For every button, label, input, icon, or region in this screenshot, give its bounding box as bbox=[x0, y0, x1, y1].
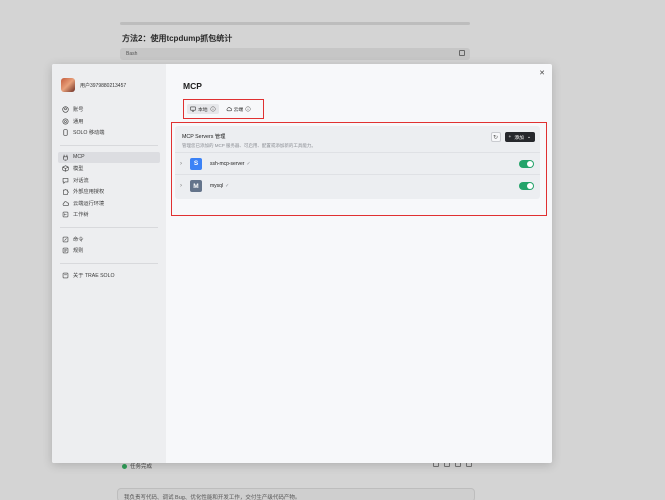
gear-icon bbox=[62, 118, 69, 125]
sidebar-item-models[interactable]: 模型 bbox=[58, 163, 160, 175]
server-enable-toggle[interactable] bbox=[519, 182, 534, 190]
sidebar-item-label: 工作树 bbox=[73, 212, 89, 219]
divider bbox=[60, 262, 158, 264]
server-name: mysql bbox=[210, 183, 224, 189]
page-title: MCP bbox=[183, 81, 202, 91]
mcp-panel-header: MCP Servers 管理 管理您已添加的 MCP 服务器、可启用、配置或添加… bbox=[175, 126, 540, 153]
sidebar-item-label: 对话流 bbox=[73, 177, 89, 184]
divider bbox=[60, 144, 158, 146]
add-button[interactable]: + 添加 ⌄ bbox=[504, 132, 535, 142]
code-language-label: Bash bbox=[126, 51, 138, 57]
plus-icon: + bbox=[508, 134, 512, 140]
chevron-right-icon[interactable]: › bbox=[180, 161, 188, 167]
sidebar-item-external-auth[interactable]: 外部应用授权 bbox=[58, 186, 160, 198]
task-status-text: 任务完成 bbox=[130, 464, 153, 470]
sidebar-item-label: 关于 TRAE SOLO bbox=[73, 272, 115, 279]
close-icon[interactable]: ✕ bbox=[538, 69, 546, 77]
sidebar-item-label: 账号 bbox=[73, 107, 84, 114]
sidebar-item-label: 规则 bbox=[73, 248, 84, 255]
divider bbox=[60, 226, 158, 228]
username: 用户3979880213457 bbox=[80, 82, 127, 89]
sidebar-item-general[interactable]: 通用 bbox=[58, 116, 160, 128]
settings-modal: 用户3979880213457 账号 通用 SOLO 移动端 MCP 模型 对话… bbox=[52, 64, 552, 463]
rules-icon bbox=[62, 247, 69, 254]
mcp-servers-panel: MCP Servers 管理 管理您已添加的 MCP 服务器、可启用、配置或添加… bbox=[175, 126, 540, 199]
server-row-mysql[interactable]: › M mysql ✓ bbox=[175, 175, 540, 197]
chat-input[interactable]: 我负责写代码、调试 Bug、优化性能和开发工作，交付生产级代码产物。 bbox=[117, 488, 475, 500]
mcp-panel-title: MCP Servers 管理 bbox=[182, 134, 226, 140]
sidebar-item-worktree[interactable]: 工作树 bbox=[58, 209, 160, 221]
nav-group-about: 关于 TRAE SOLO bbox=[58, 270, 160, 282]
cloud-icon bbox=[62, 200, 69, 207]
server-avatar: S bbox=[190, 157, 202, 170]
sidebar-item-label: 通用 bbox=[73, 118, 84, 125]
check-icon: ✓ bbox=[246, 160, 251, 167]
avatar bbox=[61, 78, 75, 92]
mcp-panel-subtitle: 管理您已添加的 MCP 服务器、可启用、配置或添加新的工具能力。 bbox=[182, 143, 316, 148]
status-dot-icon bbox=[122, 463, 127, 469]
chat-icon bbox=[62, 177, 69, 184]
sidebar-item-conversation-flow[interactable]: 对话流 bbox=[58, 175, 160, 187]
sidebar-item-cloud-env[interactable]: 云端运行环境 bbox=[58, 198, 160, 210]
sidebar-item-about[interactable]: 关于 TRAE SOLO bbox=[58, 270, 160, 282]
sidebar-item-label: SOLO 移动端 bbox=[73, 130, 105, 137]
sidebar-item-rules[interactable]: 规则 bbox=[58, 245, 160, 257]
sidebar-item-commands[interactable]: 命令 bbox=[58, 234, 160, 246]
command-icon bbox=[62, 236, 69, 243]
sidebar-item-label: 云端运行环境 bbox=[73, 200, 105, 207]
mcp-tabs: 本地 云端 bbox=[183, 99, 265, 119]
branch-icon bbox=[62, 211, 69, 218]
info-icon bbox=[62, 272, 69, 279]
cube-icon bbox=[62, 165, 69, 172]
background-scrollbar bbox=[120, 22, 470, 25]
puzzle-icon bbox=[62, 188, 69, 195]
sidebar-item-label: 外部应用授权 bbox=[73, 189, 105, 196]
mobile-icon bbox=[62, 129, 69, 136]
code-block-header bbox=[120, 48, 470, 60]
user-profile[interactable]: 用户3979880213457 bbox=[58, 76, 160, 94]
plug-icon bbox=[62, 154, 69, 161]
settings-sidebar: 用户3979880213457 账号 通用 SOLO 移动端 MCP 模型 对话… bbox=[52, 64, 166, 463]
background-heading: 方法2：使用tcpdump抓包统计 bbox=[122, 34, 233, 43]
server-avatar: M bbox=[190, 180, 202, 192]
mcp-panel-actions: ↻ + 添加 ⌄ bbox=[490, 132, 535, 142]
sidebar-item-label: MCP bbox=[73, 154, 85, 161]
highlight-box-tabs bbox=[183, 99, 265, 119]
check-icon: ✓ bbox=[225, 183, 230, 189]
nav-group-account: 账号 通用 SOLO 移动端 bbox=[58, 104, 160, 139]
task-status: 任务完成 bbox=[122, 462, 152, 470]
copy-icon[interactable] bbox=[459, 50, 465, 56]
server-enable-toggle[interactable] bbox=[519, 159, 534, 168]
sidebar-item-account[interactable]: 账号 bbox=[58, 104, 160, 116]
sidebar-item-label: 模型 bbox=[73, 166, 84, 173]
nav-group-features: MCP 模型 对话流 外部应用授权 云端运行环境 工作树 bbox=[58, 151, 160, 221]
nav-group-commands: 命令 规则 bbox=[58, 234, 160, 257]
user-icon bbox=[62, 106, 69, 113]
refresh-icon: ↻ bbox=[493, 134, 499, 141]
chevron-right-icon[interactable]: › bbox=[180, 183, 188, 189]
sidebar-item-mcp[interactable]: MCP bbox=[58, 151, 160, 163]
sidebar-item-solo-mobile[interactable]: SOLO 移动端 bbox=[58, 127, 160, 139]
sidebar-item-label: 命令 bbox=[73, 236, 84, 243]
server-row-ssh[interactable]: › S ssh-mcp-server ✓ bbox=[175, 153, 540, 175]
settings-main: ✕ MCP 本地 云端 MCP Servers 管理 管理您已添加的 MCP 服… bbox=[166, 64, 552, 463]
chevron-down-icon: ⌄ bbox=[526, 134, 531, 140]
add-button-label: 添加 bbox=[514, 135, 524, 141]
server-name: ssh-mcp-server bbox=[210, 160, 245, 167]
refresh-button[interactable]: ↻ bbox=[490, 132, 501, 142]
